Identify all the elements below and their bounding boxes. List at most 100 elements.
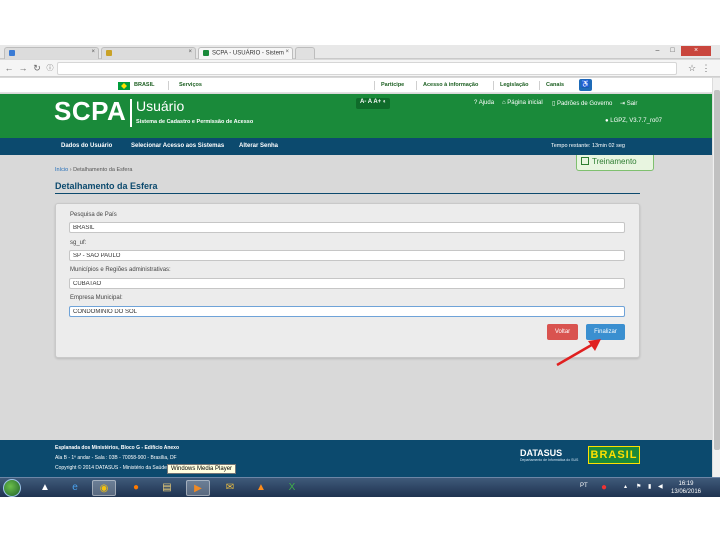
font-size-controls[interactable]: A- A A+ ◐ bbox=[356, 98, 391, 109]
logout-label: Sair bbox=[626, 101, 638, 107]
gov-brasil-link[interactable]: BRASIL bbox=[134, 82, 154, 88]
browser-tab-active[interactable]: SCPA - USUÁRIO - Sistem × bbox=[198, 47, 293, 59]
minimize-button[interactable]: – bbox=[651, 46, 664, 56]
page-title: Detalhamento da Esfera bbox=[55, 181, 158, 191]
home-page-link[interactable]: ⌂ Página inicial bbox=[502, 100, 543, 106]
training-label: Treinamento bbox=[592, 157, 637, 166]
windows-media-player-icon[interactable]: ▶ bbox=[186, 480, 210, 496]
help-link[interactable]: ? Ajuda bbox=[474, 100, 494, 106]
screen: × × SCPA - USUÁRIO - Sistem × – □ × ← → ↻… bbox=[0, 45, 720, 497]
tray-network-icon[interactable]: ▮ bbox=[648, 483, 651, 490]
user-info: ● LGPZ, V3.7.7_ro07 bbox=[605, 118, 662, 124]
clock-date: 13/06/2016 bbox=[670, 489, 702, 495]
country-label: Pesquisa de País bbox=[70, 212, 117, 218]
gov-standards-label: Padrões de Governo bbox=[556, 101, 613, 107]
back-arrow-icon[interactable]: ← bbox=[3, 63, 15, 74]
municipality-field[interactable] bbox=[69, 278, 625, 289]
close-window-button[interactable]: × bbox=[681, 46, 711, 56]
breadcrumb-home[interactable]: Início bbox=[55, 167, 68, 173]
divider bbox=[374, 81, 375, 90]
home-page-label: Página inicial bbox=[507, 100, 543, 106]
taskbar-clock[interactable]: 16:19 13/06/2016 bbox=[668, 480, 704, 496]
tray-flag-icon[interactable]: ⚑ bbox=[636, 483, 641, 490]
gov-servicos-link[interactable]: Serviços bbox=[179, 82, 202, 88]
tab-favicon-icon bbox=[9, 50, 15, 56]
accessibility-icon[interactable]: ♿ bbox=[579, 79, 592, 91]
scrollbar-thumb[interactable] bbox=[714, 90, 720, 450]
tab-label: SCPA - USUÁRIO - Sistem bbox=[212, 50, 284, 57]
uf-label: sg_uf: bbox=[70, 240, 87, 246]
session-timer: Tempo restante: 13min 02 seg bbox=[551, 143, 625, 149]
browser-tabbar: × × SCPA - USUÁRIO - Sistem × – □ × bbox=[0, 45, 720, 59]
company-field[interactable] bbox=[69, 306, 625, 317]
menu-selecionar-acesso[interactable]: Selecionar Acesso aos Sistemas bbox=[131, 143, 224, 149]
brazil-flag-icon bbox=[118, 82, 130, 90]
start-button[interactable] bbox=[3, 479, 21, 497]
datasus-subtitle: Departamento de Informática do SUS bbox=[520, 458, 579, 462]
municipality-label: Municípios e Regiões administrativas: bbox=[70, 267, 171, 273]
clock-time: 16:19 bbox=[678, 481, 694, 487]
address-bar[interactable] bbox=[57, 62, 677, 75]
taskbar-app-icon[interactable]: ✉ bbox=[218, 480, 242, 496]
firefox-icon[interactable]: ● bbox=[124, 480, 148, 496]
internet-explorer-icon[interactable]: e bbox=[63, 480, 87, 496]
brasil-logo: BRASIL bbox=[588, 446, 640, 464]
tab-close-icon[interactable]: × bbox=[285, 49, 289, 55]
gov-bar: BRASIL Serviços Participe Acesso à infor… bbox=[0, 78, 712, 93]
footer-address-line2: Ala B - 1º andar - Sala : 03B - 70058-90… bbox=[55, 455, 177, 461]
tab-close-icon[interactable]: × bbox=[91, 49, 95, 55]
gov-acesso-informacao-link[interactable]: Acesso à informação bbox=[423, 82, 478, 88]
tab-favicon-icon bbox=[203, 50, 209, 56]
uf-field[interactable] bbox=[69, 250, 625, 261]
divider bbox=[168, 81, 169, 90]
datasus-logo: DATASUS Departamento de Informática do SU… bbox=[520, 448, 578, 462]
training-icon bbox=[581, 157, 589, 165]
divider bbox=[493, 81, 494, 90]
browser-menu-icon[interactable]: ⋮ bbox=[700, 63, 712, 74]
language-indicator[interactable]: PT bbox=[580, 483, 588, 489]
browser-tab-2[interactable]: × bbox=[101, 47, 196, 59]
help-label: Ajuda bbox=[478, 100, 495, 106]
vlc-icon[interactable]: ▲ bbox=[249, 480, 273, 496]
main-menu: Dados do Usuário Selecionar Acesso aos S… bbox=[0, 138, 712, 155]
reload-icon[interactable]: ↻ bbox=[31, 63, 43, 74]
windows-taskbar: ▲ e ◉ ● ▤ ▶ ✉ ▲ X PT ● ▴ ⚑ ▮ ◀ 16:19 13/0… bbox=[0, 477, 720, 497]
breadcrumb: Início › Detalhamento da Esfera bbox=[55, 167, 132, 173]
bookmark-star-icon[interactable]: ☆ bbox=[686, 63, 698, 74]
taskbar-tooltip: Windows Media Player bbox=[167, 464, 237, 474]
taskbar-app-icon[interactable]: ▲ bbox=[33, 480, 57, 496]
forward-arrow-icon[interactable]: → bbox=[17, 63, 29, 74]
menu-dados-usuario[interactable]: Dados do Usuário bbox=[61, 143, 112, 149]
tray-chevron-icon[interactable]: ▴ bbox=[624, 483, 627, 490]
training-badge: Treinamento bbox=[576, 155, 654, 171]
breadcrumb-separator: › bbox=[69, 167, 72, 173]
title-underline bbox=[55, 193, 640, 194]
gov-standards-link[interactable]: ▯ Padrões de Governo bbox=[552, 100, 612, 107]
divider bbox=[539, 81, 540, 90]
menu-alterar-senha[interactable]: Alterar Senha bbox=[239, 143, 278, 149]
file-explorer-icon[interactable]: ▤ bbox=[155, 480, 179, 496]
tray-app-icon[interactable]: ● bbox=[594, 480, 614, 496]
excel-icon[interactable]: X bbox=[280, 480, 304, 496]
footer-address-line1: Esplanada dos Ministérios, Bloco G - Edi… bbox=[55, 445, 180, 451]
page-scrollbar[interactable] bbox=[712, 78, 720, 477]
gov-canais-link[interactable]: Canais bbox=[546, 82, 564, 88]
tab-close-icon[interactable]: × bbox=[188, 49, 192, 55]
logo-divider bbox=[130, 99, 132, 127]
logout-link[interactable]: ⇥ Sair bbox=[620, 100, 637, 107]
system-subtitle: Usuário bbox=[136, 98, 185, 114]
company-label: Empresa Municipal: bbox=[70, 295, 123, 301]
divider bbox=[416, 81, 417, 90]
browser-tab-1[interactable]: × bbox=[4, 47, 99, 59]
system-description: Sistema de Cadastro e Permissão de Acess… bbox=[136, 119, 254, 125]
red-arrow-annotation bbox=[556, 339, 601, 367]
country-field[interactable] bbox=[69, 222, 625, 233]
page-info-icon[interactable]: ⓘ bbox=[44, 63, 56, 74]
tray-volume-icon[interactable]: ◀ bbox=[658, 483, 663, 490]
tab-favicon-icon bbox=[106, 50, 112, 56]
maximize-button[interactable]: □ bbox=[666, 46, 679, 56]
chrome-icon[interactable]: ◉ bbox=[92, 480, 116, 496]
new-tab-button[interactable] bbox=[295, 47, 315, 59]
gov-participe-link[interactable]: Participe bbox=[381, 82, 404, 88]
gov-legislacao-link[interactable]: Legislação bbox=[500, 82, 528, 88]
